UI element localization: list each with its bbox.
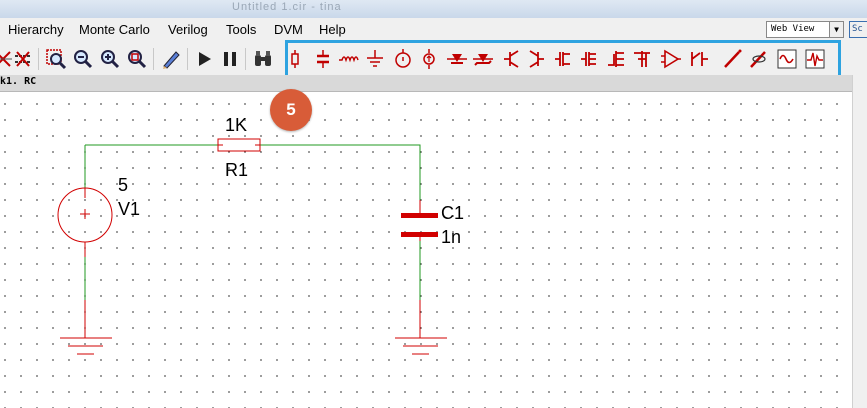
v1-value: 5 <box>118 175 129 195</box>
wires <box>84 144 421 300</box>
vertical-scrollbar[interactable] <box>852 75 867 408</box>
r1-value: 1K <box>225 115 248 135</box>
step-callout-badge: 5 <box>270 89 312 131</box>
ground-left <box>60 300 112 355</box>
voltage-source-v1 <box>57 187 113 257</box>
c1-name: C1 <box>441 203 465 223</box>
c1-value: 1n <box>441 227 462 247</box>
ground-right <box>395 300 447 355</box>
v1-name: V1 <box>118 199 141 219</box>
r1-name: R1 <box>225 160 249 180</box>
capacitor-c1 <box>401 200 438 241</box>
resistor-r1 <box>217 138 261 152</box>
